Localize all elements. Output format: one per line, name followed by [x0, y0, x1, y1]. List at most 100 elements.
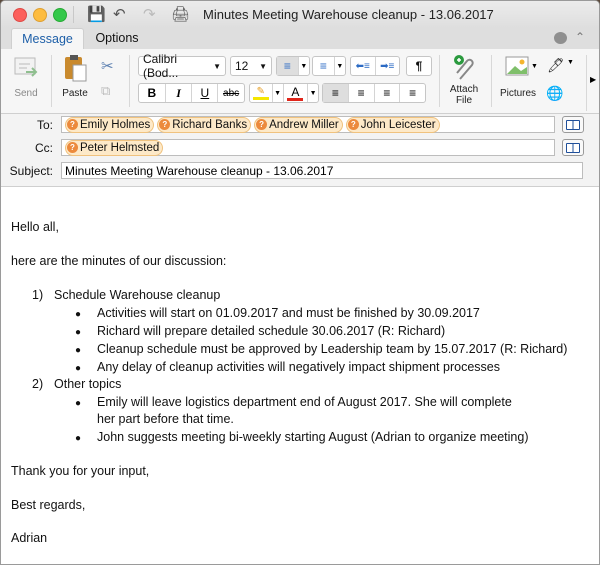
bullet-item: ● John suggests meeting bi-weekly startin…: [75, 430, 529, 444]
chevron-down-icon[interactable]: ▼: [335, 57, 345, 75]
color-group: ✎ ▼ A ▼: [249, 83, 319, 103]
comment-icon[interactable]: [554, 32, 567, 44]
cut-icon[interactable]: ✂: [101, 57, 114, 75]
justify-icon[interactable]: ≡: [400, 84, 425, 102]
ribbon-divider: [129, 55, 130, 107]
decrease-indent-icon[interactable]: ⬅≡: [351, 57, 376, 75]
italic-button[interactable]: I: [166, 84, 193, 102]
ribbon-more-icon[interactable]: ▶: [590, 75, 596, 84]
recipient-chip[interactable]: ? Andrew Miller: [254, 116, 343, 133]
tab-options[interactable]: Options: [89, 28, 145, 49]
paste-icon: [65, 55, 87, 82]
show-formatting-button[interactable]: ¶: [406, 56, 432, 76]
bullet-item: ● Activities will start on 01.09.2017 and…: [75, 306, 480, 320]
strikethrough-button[interactable]: abc: [218, 84, 244, 102]
unknown-contact-icon: ?: [256, 119, 268, 130]
message-body[interactable]: Hello all, here are the minutes of our d…: [1, 187, 599, 564]
address-book-button[interactable]: [562, 116, 584, 133]
chevron-down-icon[interactable]: ▼: [299, 57, 309, 75]
font-name-value: Calibri (Bod...: [143, 52, 179, 80]
titlebar-divider: [73, 6, 74, 23]
bullet-item: ● Emily will leave logistics department e…: [75, 395, 512, 409]
address-book-button[interactable]: [562, 139, 584, 156]
paperclip-icon: [454, 55, 474, 80]
signature-icon[interactable]: 🖊: [547, 57, 565, 74]
to-label: To:: [36, 118, 53, 132]
send-label: Send: [14, 88, 38, 99]
increase-indent-icon[interactable]: ➡≡: [376, 57, 400, 75]
address-book-icon: [566, 119, 580, 130]
chevron-down-icon[interactable]: ▼: [273, 84, 284, 102]
save-icon[interactable]: 💾: [87, 5, 106, 23]
undo-icon[interactable]: ↶: [113, 5, 126, 23]
font-color-button[interactable]: A: [284, 84, 309, 102]
intro: here are the minutes of our discussion:: [11, 254, 227, 268]
ribbon-divider: [491, 55, 492, 107]
bullet-item: ● Cleanup schedule must be approved by Le…: [75, 342, 568, 356]
alignment-group: ≡ ≡ ≡ ≡: [322, 83, 426, 103]
font-name-select[interactable]: Calibri (Bod... ▼: [138, 52, 226, 80]
recipient-chip[interactable]: ? Richard Banks: [157, 116, 252, 133]
highlight-button[interactable]: ✎: [250, 84, 273, 102]
underline-button[interactable]: U: [192, 84, 219, 102]
recipient-chip[interactable]: ? Peter Helmsted: [65, 139, 164, 156]
mail-compose-window: 💾 ↶ ↷ 🖨 Minutes Meeting Warehouse cleanu…: [0, 0, 600, 565]
send-button[interactable]: Send: [9, 55, 43, 99]
bold-button[interactable]: B: [139, 84, 166, 102]
cc-label: Cc:: [35, 141, 53, 155]
list-item: 2) Other topics: [32, 377, 122, 391]
subject-field[interactable]: Minutes Meeting Warehouse cleanup - 13.0…: [61, 162, 583, 179]
font-color-swatch: [287, 97, 304, 101]
highlight-color-swatch: [252, 97, 269, 100]
unknown-contact-icon: ?: [67, 142, 78, 153]
chevron-down-icon[interactable]: ▼: [308, 84, 318, 102]
send-icon: [14, 57, 38, 77]
paste-button[interactable]: Paste: [59, 53, 91, 99]
cc-field[interactable]: ? Peter Helmsted: [61, 139, 555, 156]
collapse-ribbon-icon[interactable]: ⌃: [575, 30, 585, 44]
pilcrow-icon: ¶: [415, 59, 423, 73]
regards-line: Best regards,: [11, 498, 86, 512]
bullet-item: ● Any delay of cleanup activities will ne…: [75, 360, 500, 374]
align-right-icon[interactable]: ≡: [375, 84, 401, 102]
redo-icon[interactable]: ↷: [143, 5, 156, 23]
highlighter-icon: ✎: [256, 86, 266, 97]
tab-message[interactable]: Message: [11, 28, 84, 50]
pictures-button[interactable]: Pictures: [497, 55, 539, 99]
pictures-label: Pictures: [499, 88, 537, 99]
address-book-icon: [566, 142, 580, 153]
bullets-control: ≡ ▼: [276, 56, 310, 76]
thanks-line: Thank you for your input,: [11, 464, 150, 478]
maximize-window-button[interactable]: [53, 8, 67, 22]
numbering-control: ≡ ▼: [312, 56, 346, 76]
subject-label: Subject:: [9, 164, 53, 178]
numbering-icon[interactable]: ≡: [313, 57, 335, 75]
chevron-down-icon: ▼: [213, 61, 221, 71]
unknown-contact-icon: ?: [159, 119, 171, 130]
copy-icon[interactable]: ⧉: [101, 83, 110, 99]
bullet-item: ● Richard will prepare detailed schedule …: [75, 324, 446, 338]
close-window-button[interactable]: [13, 8, 27, 22]
bullet-continuation: her part before that time.: [97, 412, 234, 426]
chevron-down-icon[interactable]: ▼: [531, 63, 538, 70]
minimize-window-button[interactable]: [33, 8, 47, 22]
link-icon[interactable]: 🌐: [546, 85, 563, 102]
recipient-chip[interactable]: ? Emily Holmes: [65, 116, 155, 133]
font-color-icon: A: [291, 84, 300, 99]
unknown-contact-icon: ?: [67, 119, 78, 130]
picture-icon: [505, 56, 529, 76]
print-icon[interactable]: 🖨: [171, 5, 190, 23]
chevron-down-icon: ▼: [259, 61, 267, 71]
align-center-icon[interactable]: ≡: [349, 84, 375, 102]
font-size-select[interactable]: 12 ▼: [230, 56, 272, 76]
window-title: Minutes Meeting Warehouse cleanup - 13.0…: [203, 7, 494, 22]
message-headers: To: ? Emily Holmes ? Richard Banks ? Andrew…: [1, 114, 599, 187]
title-bar: 💾 ↶ ↷ 🖨 Minutes Meeting Warehouse cleanu…: [1, 1, 599, 28]
attach-file-button[interactable]: Attach File: [445, 53, 483, 106]
paste-label: Paste: [62, 88, 88, 99]
bullets-icon[interactable]: ≡: [277, 57, 299, 75]
recipient-chip[interactable]: ? John Leicester: [345, 116, 440, 133]
to-field[interactable]: ? Emily Holmes ? Richard Banks ? Andrew Mil…: [61, 116, 555, 133]
align-left-icon[interactable]: ≡: [323, 84, 349, 102]
chevron-down-icon[interactable]: ▼: [567, 59, 574, 66]
